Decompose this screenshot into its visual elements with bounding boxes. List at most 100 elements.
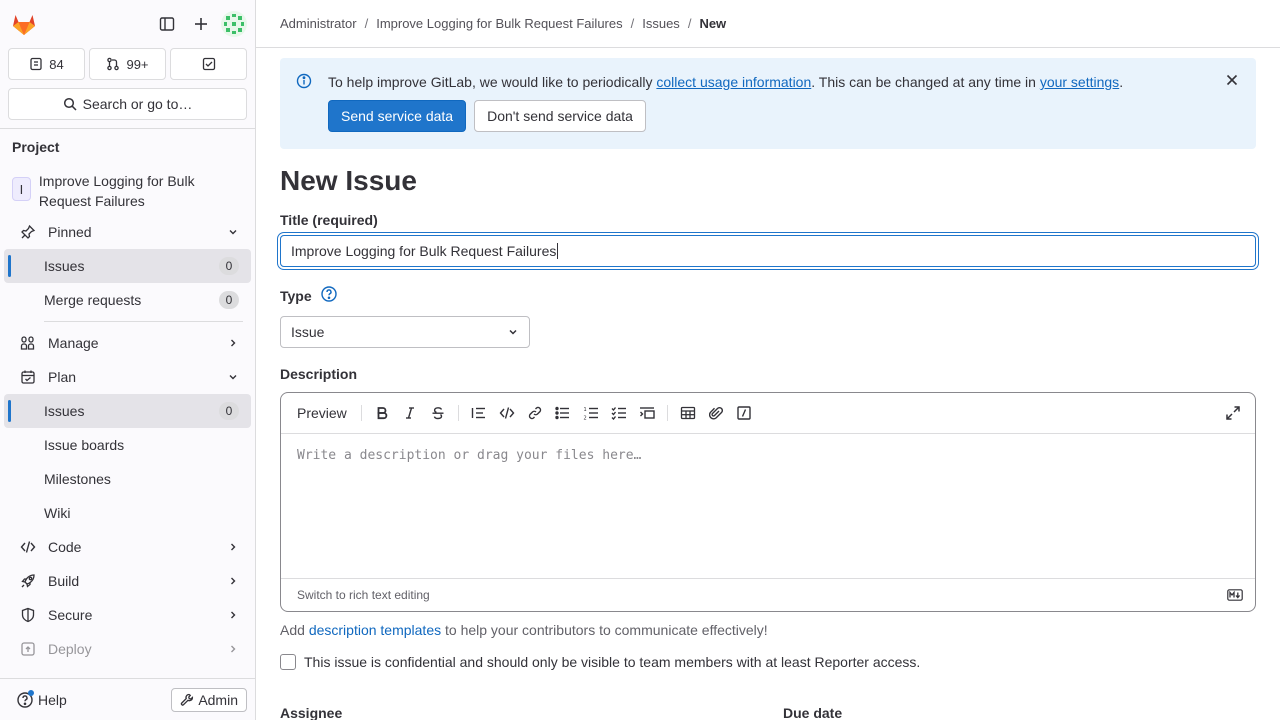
help-label: Help bbox=[38, 691, 67, 708]
type-select[interactable]: Issue bbox=[280, 316, 530, 348]
admin-label: Admin bbox=[198, 691, 238, 708]
switch-rich-text-button[interactable]: Switch to rich text editing bbox=[297, 588, 430, 602]
expand-icon[interactable] bbox=[1219, 399, 1247, 427]
chevron-down-icon bbox=[507, 326, 519, 338]
sidebar-footer: Help Admin bbox=[0, 678, 255, 720]
sidebar-item-label: Code bbox=[48, 539, 82, 555]
breadcrumb-item[interactable]: Improve Logging for Bulk Request Failure… bbox=[376, 16, 622, 31]
strikethrough-icon[interactable] bbox=[424, 399, 452, 427]
sidebar-header bbox=[0, 0, 255, 48]
search-label: Search or go to… bbox=[82, 96, 193, 112]
merge-requests-count: 99+ bbox=[126, 56, 149, 72]
sidebar-item-label: Deploy bbox=[48, 641, 92, 657]
breadcrumb-item[interactable]: Issues bbox=[642, 16, 680, 31]
italic-icon[interactable] bbox=[396, 399, 424, 427]
chevron-down-icon bbox=[227, 226, 239, 238]
type-label: Type bbox=[280, 287, 312, 304]
sidebar-item-milestones[interactable]: Milestones bbox=[4, 462, 251, 496]
description-label: Description bbox=[280, 366, 358, 382]
sidebar-item-label: Secure bbox=[48, 607, 93, 623]
help-button[interactable]: Help bbox=[16, 689, 67, 709]
question-icon[interactable] bbox=[320, 285, 338, 306]
numbered-list-icon[interactable]: 12 bbox=[577, 399, 605, 427]
breadcrumb: Administrator / Improve Logging for Bulk… bbox=[256, 0, 1280, 48]
avatar[interactable] bbox=[221, 11, 247, 37]
chevron-right-icon bbox=[227, 643, 239, 655]
table-icon[interactable] bbox=[674, 399, 702, 427]
search-icon bbox=[63, 97, 77, 111]
todo-icon bbox=[202, 57, 215, 71]
collapsible-section-icon[interactable] bbox=[633, 399, 661, 427]
sidebar-item-issues[interactable]: Issues 0 bbox=[4, 394, 251, 428]
project-avatar: I bbox=[12, 177, 31, 201]
todos-button[interactable] bbox=[170, 48, 247, 80]
sidebar-toggle-icon[interactable] bbox=[153, 10, 181, 38]
plus-icon[interactable] bbox=[187, 10, 215, 38]
code-icon[interactable] bbox=[493, 399, 521, 427]
search-button[interactable]: Search or go to… bbox=[8, 88, 247, 120]
sidebar-item-pinned[interactable]: Pinned bbox=[4, 215, 251, 249]
breadcrumb-current[interactable]: New bbox=[699, 16, 726, 31]
description-placeholder: Write a description or drag your files h… bbox=[297, 448, 642, 463]
your-settings-link[interactable]: your settings bbox=[1040, 74, 1119, 90]
sidebar-item-label: Wiki bbox=[44, 505, 71, 521]
type-select-value: Issue bbox=[291, 324, 325, 340]
title-input[interactable]: Improve Logging for Bulk Request Failure… bbox=[280, 235, 1256, 267]
sidebar-project[interactable]: I Improve Logging for Bulk Request Failu… bbox=[0, 167, 255, 215]
issues-icon bbox=[30, 57, 42, 71]
task-list-icon[interactable] bbox=[605, 399, 633, 427]
sidebar-item-label: Plan bbox=[48, 369, 77, 385]
gitlab-logo-icon[interactable] bbox=[10, 10, 38, 38]
breadcrumb-separator: / bbox=[630, 16, 635, 31]
sidebar-item-label: Manage bbox=[48, 335, 99, 351]
sidebar-item-wiki[interactable]: Wiki bbox=[4, 496, 251, 530]
collect-usage-link[interactable]: collect usage information bbox=[656, 74, 811, 90]
sidebar-section-title: Project bbox=[12, 139, 60, 155]
close-icon[interactable] bbox=[1224, 72, 1240, 91]
info-icon bbox=[296, 73, 312, 92]
merge-request-icon bbox=[107, 57, 120, 71]
description-textarea[interactable]: Write a description or drag your files h… bbox=[281, 434, 1255, 579]
merge-requests-count-button[interactable]: 99+ bbox=[89, 48, 166, 80]
issues-count-button[interactable]: 84 bbox=[8, 48, 85, 80]
notification-dot bbox=[28, 689, 34, 696]
paperclip-icon[interactable] bbox=[702, 399, 730, 427]
confidential-checkbox[interactable] bbox=[280, 654, 296, 670]
description-templates-link[interactable]: description templates bbox=[309, 622, 441, 638]
sidebar-item-label: Issue boards bbox=[44, 437, 125, 453]
sidebar-item-manage[interactable]: Manage bbox=[4, 326, 251, 360]
count-badge: 0 bbox=[219, 291, 239, 309]
send-service-data-button[interactable]: Send service data bbox=[328, 100, 467, 132]
issues-count: 84 bbox=[49, 56, 64, 72]
title-input-value: Improve Logging for Bulk Request Failure… bbox=[291, 243, 557, 259]
sidebar-item-secure[interactable]: Secure bbox=[4, 598, 251, 632]
sidebar-item-build[interactable]: Build bbox=[4, 564, 251, 598]
sidebar-item-deploy[interactable]: Deploy bbox=[4, 632, 251, 666]
admin-button[interactable]: Admin bbox=[171, 687, 247, 712]
page-title: New Issue bbox=[280, 165, 417, 196]
sidebar: 84 99+ Search or go to… Project I Improv… bbox=[0, 0, 256, 720]
chevron-right-icon bbox=[227, 541, 239, 553]
sidebar-item-pinned-merge-requests[interactable]: Merge requests 0 bbox=[4, 283, 251, 317]
sidebar-item-issue-boards[interactable]: Issue boards bbox=[4, 428, 251, 462]
svg-text:2: 2 bbox=[583, 416, 586, 421]
bold-icon[interactable] bbox=[368, 399, 396, 427]
description-editor: Preview 12 Write a description or drag y… bbox=[280, 392, 1256, 612]
breadcrumb-item[interactable]: Administrator bbox=[280, 16, 357, 31]
sidebar-item-pinned-issues[interactable]: Issues 0 bbox=[4, 249, 251, 283]
confidential-label[interactable]: This issue is confidential and should on… bbox=[304, 654, 920, 670]
sidebar-item-plan[interactable]: Plan bbox=[4, 360, 251, 394]
count-badge: 0 bbox=[219, 257, 239, 275]
link-icon[interactable] bbox=[521, 399, 549, 427]
alert-text-middle: . This can be changed at any time in bbox=[811, 74, 1040, 90]
quote-icon[interactable] bbox=[465, 399, 493, 427]
sidebar-item-label: Milestones bbox=[44, 471, 111, 487]
sidebar-item-code[interactable]: Code bbox=[4, 530, 251, 564]
count-badge: 0 bbox=[219, 402, 239, 420]
sidebar-separator bbox=[44, 321, 243, 322]
bullet-list-icon[interactable] bbox=[549, 399, 577, 427]
pin-icon bbox=[20, 224, 36, 240]
slash-command-icon[interactable] bbox=[730, 399, 758, 427]
preview-tab[interactable]: Preview bbox=[289, 405, 355, 421]
dont-send-service-data-button[interactable]: Don't send service data bbox=[474, 100, 646, 132]
